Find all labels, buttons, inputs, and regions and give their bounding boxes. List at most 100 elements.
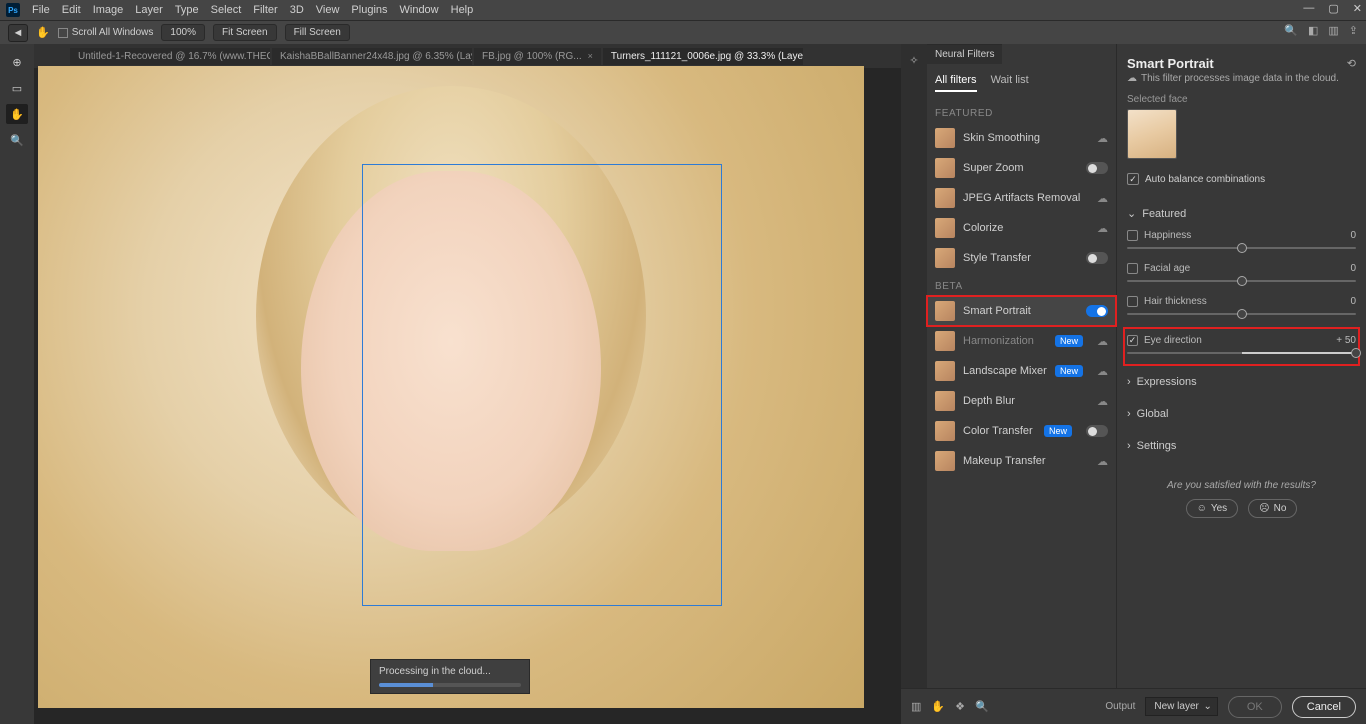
workspace-icon[interactable]: ▥ [1328,24,1338,37]
chevron-right-icon: › [1127,408,1131,420]
cancel-button[interactable]: Cancel [1292,696,1356,718]
menu-type[interactable]: Type [175,4,199,16]
slider-facial-age[interactable]: Facial age0 [1127,261,1356,294]
chevron-right-icon: › [1127,440,1131,452]
fill-screen-button[interactable]: Fill Screen [285,24,350,41]
toggle[interactable] [1086,252,1108,264]
output-select[interactable]: New layer⌄ [1145,697,1217,716]
cloud-icon: ☁ [1097,455,1108,468]
tool-strip: ⊕ ▭ ✋ 🔍 [0,44,34,724]
filter-makeup-transfer[interactable]: Makeup Transfer☁ [927,446,1116,476]
cloud-icon: ☁ [1097,365,1108,378]
doc-tab-0[interactable]: Untitled-1-Recovered @ 16.7% (www.THEOFF… [70,48,270,65]
cloud-icon: ☁ [1097,132,1108,145]
options-bar: ◄ ✋ Scroll All Windows 100% Fit Screen F… [0,20,1366,44]
menu-bar: Ps File Edit Image Layer Type Select Fil… [0,0,1366,20]
menu-edit[interactable]: Edit [62,4,81,16]
search-icon[interactable]: 🔍 [1284,24,1298,37]
cloud-icon: ☁ [1097,192,1108,205]
filter-depth-blur[interactable]: Depth Blur☁ [927,386,1116,416]
menu-view[interactable]: View [316,4,340,16]
frown-icon: ☹ [1259,503,1269,514]
menu-help[interactable]: Help [451,4,474,16]
menu-file[interactable]: File [32,4,50,16]
slider-hair-thickness[interactable]: Hair thickness0 [1127,294,1356,327]
featured-expander[interactable]: ⌄Featured [1127,199,1356,228]
auto-balance-checkbox[interactable]: Auto balance combinations [1127,173,1356,185]
scroll-all-checkbox[interactable]: Scroll All Windows [58,27,154,38]
tab-wait-list[interactable]: Wait list [991,74,1029,92]
hand-icon[interactable]: ✋ [931,700,945,713]
filter-skin-smoothing[interactable]: Skin Smoothing☁ [927,123,1116,153]
chevron-right-icon: › [1127,376,1131,388]
tab-all-filters[interactable]: All filters [935,74,977,92]
doc-tab-2[interactable]: FB.jpg @ 100% (RG...× [474,48,601,65]
menu-window[interactable]: Window [400,4,439,16]
filter-smart-portrait[interactable]: Smart Portrait [927,296,1116,326]
global-expander[interactable]: ›Global [1127,398,1356,430]
artboard-tool[interactable]: ▭ [6,78,28,98]
filter-harmonization[interactable]: HarmonizationNew☁ [927,326,1116,356]
toggle[interactable] [1086,162,1108,174]
menu-layer[interactable]: Layer [135,4,163,16]
selected-face-thumb[interactable] [1127,109,1177,159]
document-tabs: Untitled-1-Recovered @ 16.7% (www.THEOFF… [34,44,901,68]
smart-portrait-settings: Smart Portrait ⟲ ☁This filter processes … [1117,44,1366,724]
minimize-icon[interactable]: — [1303,2,1314,15]
chevron-down-icon: ⌄ [1127,207,1136,220]
fit-screen-button[interactable]: Fit Screen [213,24,277,41]
eye-direction-highlight: Eye direction+ 50 [1123,327,1360,366]
doc-tab-1[interactable]: KaishaBBallBanner24x48.jpg @ 6.35% (Laye… [272,48,472,65]
maximize-icon[interactable]: ▢ [1328,2,1338,15]
toggle[interactable] [1086,305,1108,317]
hand-icon[interactable]: ✋ [36,26,50,39]
processing-toast: Processing in the cloud... [370,659,530,694]
zoom-field[interactable]: 100% [161,24,205,41]
brush-icon[interactable]: ✧ [909,54,918,67]
app-logo: Ps [6,3,20,17]
cloud-icon: ☁ [1097,222,1108,235]
slider-eye-direction[interactable]: Eye direction+ 50 [1127,333,1356,356]
menu-image[interactable]: Image [93,4,124,16]
settings-expander[interactable]: ›Settings [1127,430,1356,462]
no-button[interactable]: ☹No [1248,499,1297,518]
document-image [38,66,864,708]
neural-filters-panel: ✧ Neural Filters All filters Wait list F… [901,44,1366,724]
menu-select[interactable]: Select [211,4,242,16]
canvas[interactable]: Untitled-1-Recovered @ 16.7% (www.THEOFF… [34,44,901,724]
ok-button[interactable]: OK [1228,696,1282,718]
filter-jpeg-artifacts[interactable]: JPEG Artifacts Removal☁ [927,183,1116,213]
filter-colorize[interactable]: Colorize☁ [927,213,1116,243]
filter-style-transfer[interactable]: Style Transfer [927,243,1116,273]
menu-3d[interactable]: 3D [290,4,304,16]
selected-face-label: Selected face [1127,94,1356,105]
panel-tab-neural[interactable]: Neural Filters [927,44,1002,64]
move-tool[interactable]: ⊕ [6,52,28,72]
layers-icon[interactable]: ❖ [955,700,965,713]
doc-tab-3[interactable]: Turners_111121_0006e.jpg @ 33.3% (Layer … [603,48,803,65]
yes-button[interactable]: ☺Yes [1186,499,1239,518]
filter-color-transfer[interactable]: Color TransferNew [927,416,1116,446]
zoom-tool[interactable]: 🔍 [6,130,28,150]
smile-icon: ☺ [1197,503,1207,514]
slider-happiness[interactable]: Happiness0 [1127,228,1356,261]
toggle[interactable] [1086,425,1108,437]
reset-icon[interactable]: ⟲ [1347,57,1356,70]
menu-plugins[interactable]: Plugins [351,4,387,16]
share-icon[interactable]: ⇪ [1349,24,1358,37]
close-tab-icon[interactable]: × [588,51,593,61]
cloud-icon: ☁ [1097,335,1108,348]
filter-super-zoom[interactable]: Super Zoom [927,153,1116,183]
home-button[interactable]: ◄ [8,24,28,42]
menu-filter[interactable]: Filter [253,4,277,16]
frame-icon[interactable]: ◧ [1308,24,1318,37]
satisfied-prompt: Are you satisfied with the results? [1127,480,1356,491]
bottom-bar: ▥ ✋ ❖ 🔍 Output New layer⌄ OK Cancel [901,688,1366,724]
preview-icon[interactable]: ▥ [911,700,921,713]
panel-title: Smart Portrait [1127,56,1214,71]
expressions-expander[interactable]: ›Expressions [1127,366,1356,398]
zoom-icon[interactable]: 🔍 [975,700,989,713]
close-icon[interactable]: ✕ [1353,2,1362,15]
hand-tool[interactable]: ✋ [6,104,28,124]
filter-landscape-mixer[interactable]: Landscape MixerNew☁ [927,356,1116,386]
